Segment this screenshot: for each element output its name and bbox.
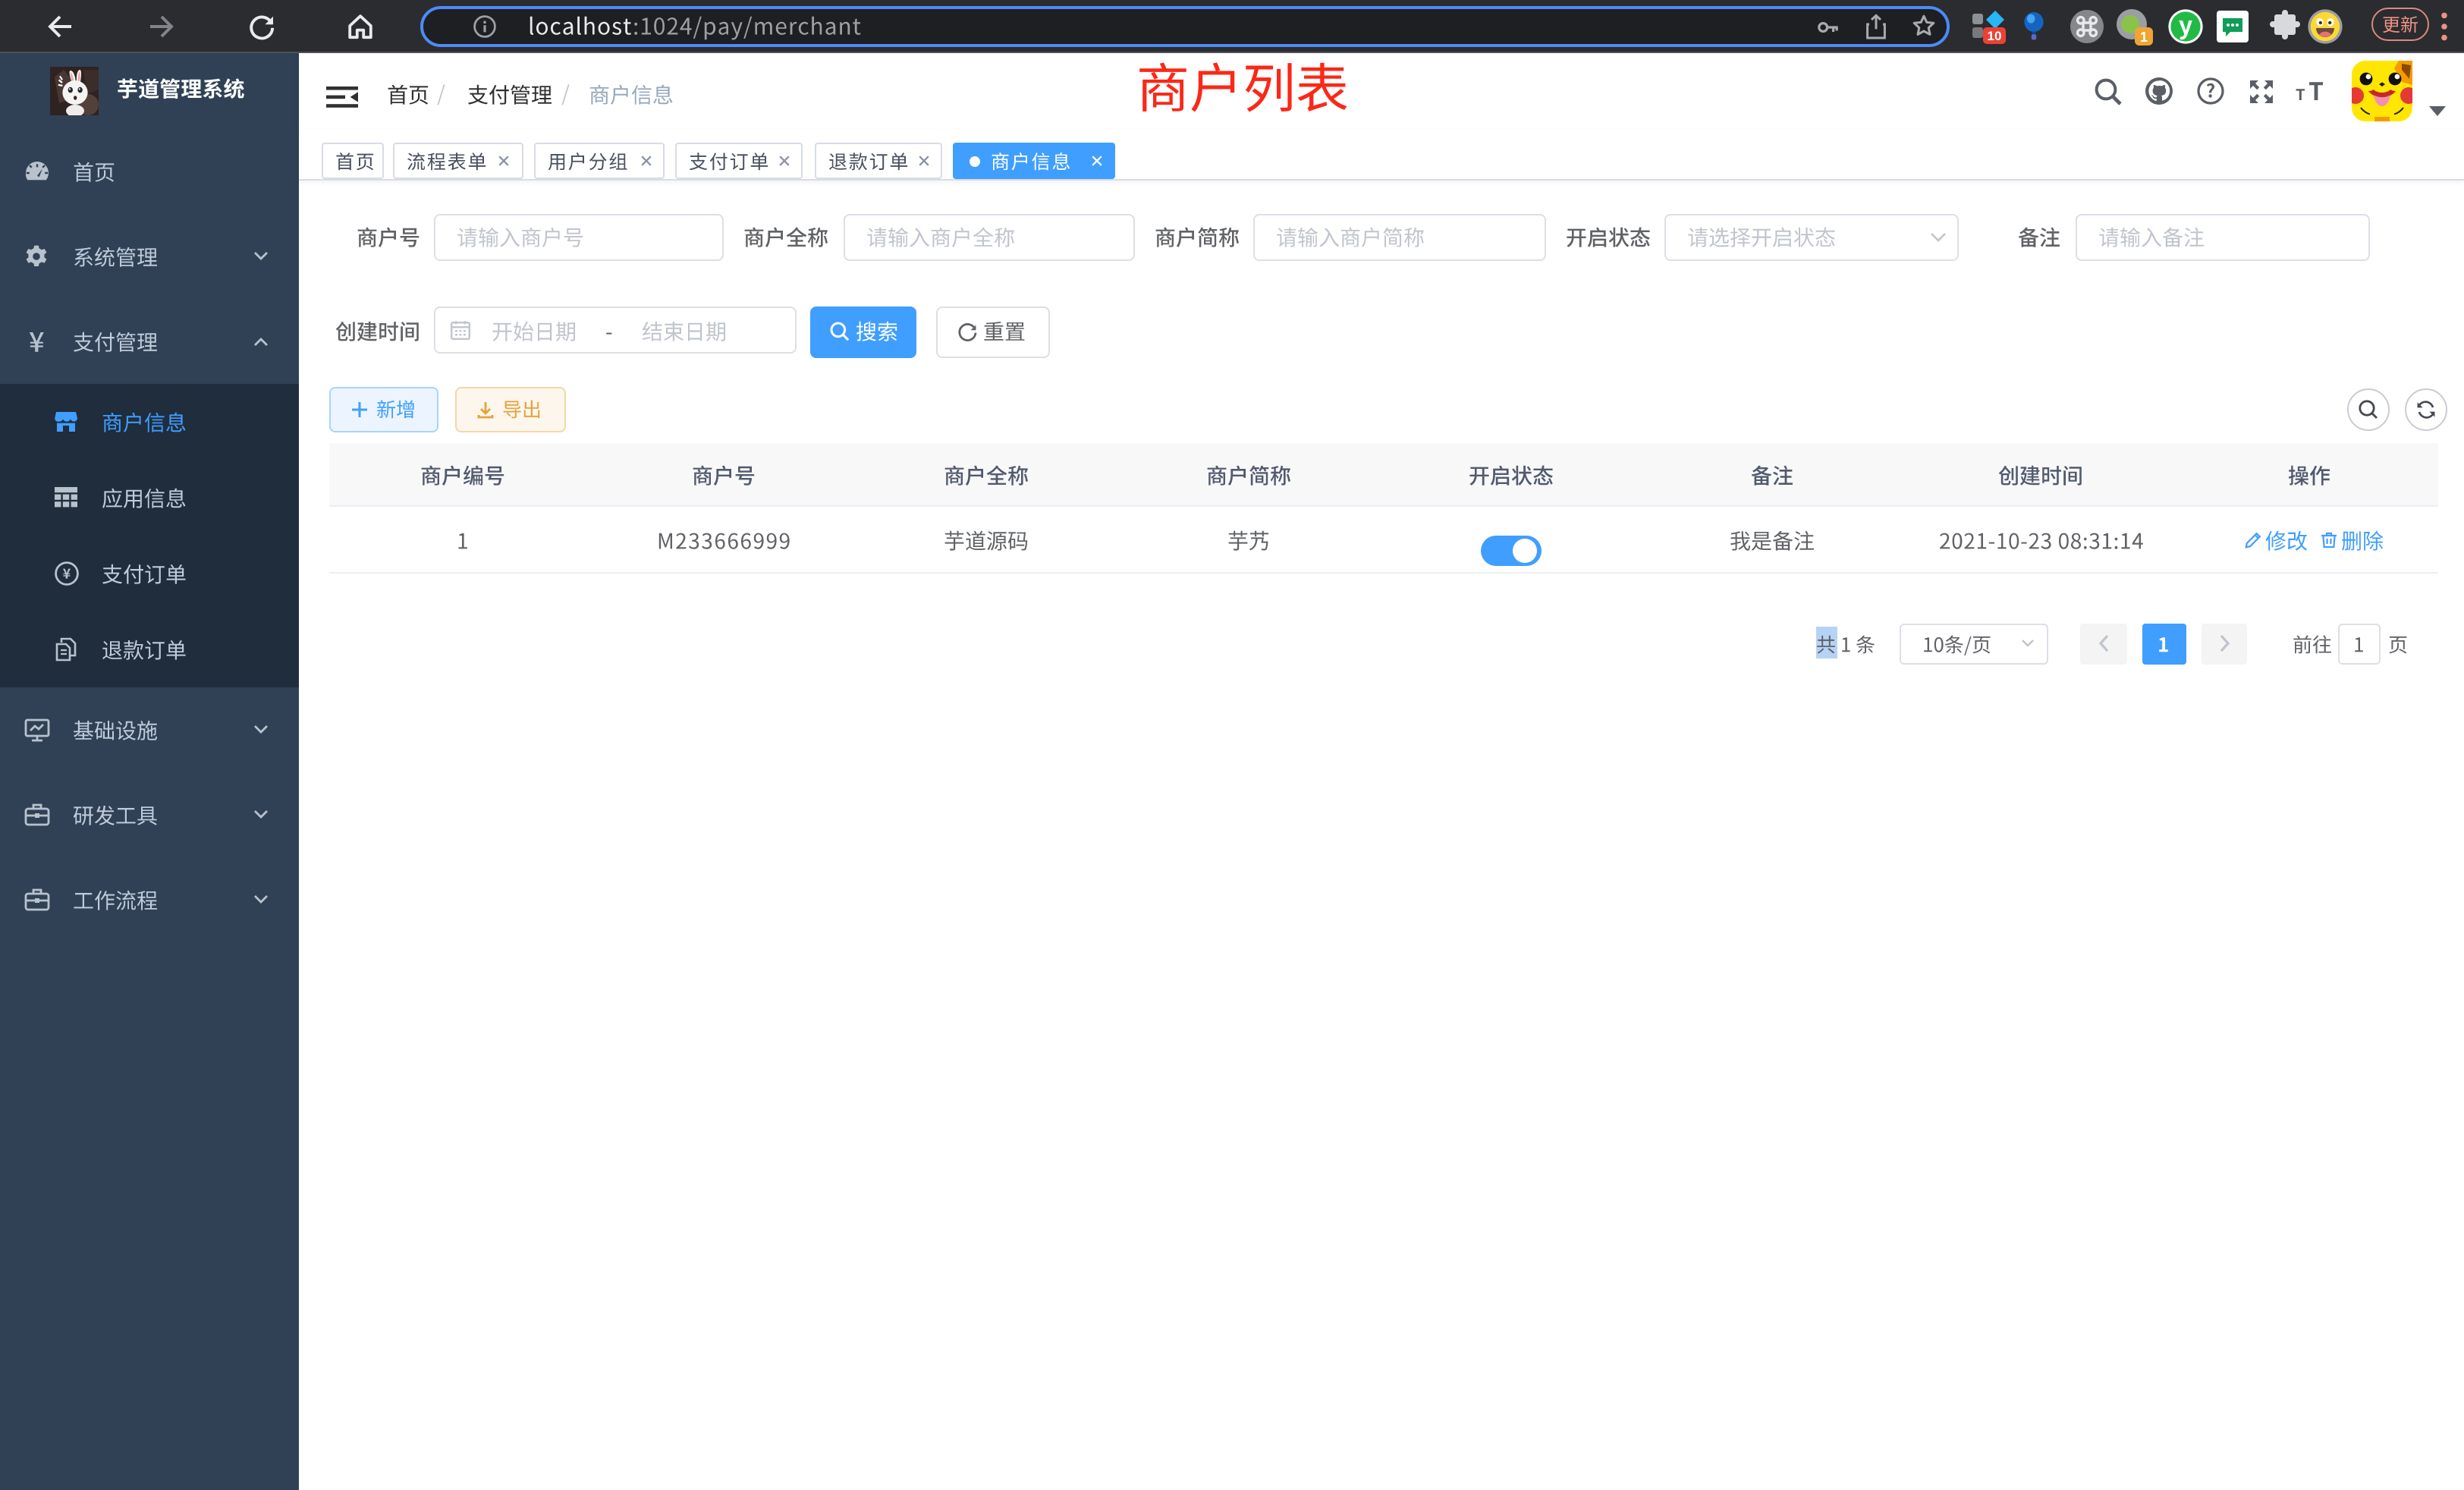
svg-text:10: 10	[1988, 29, 2002, 43]
svg-text:1: 1	[2140, 30, 2148, 45]
